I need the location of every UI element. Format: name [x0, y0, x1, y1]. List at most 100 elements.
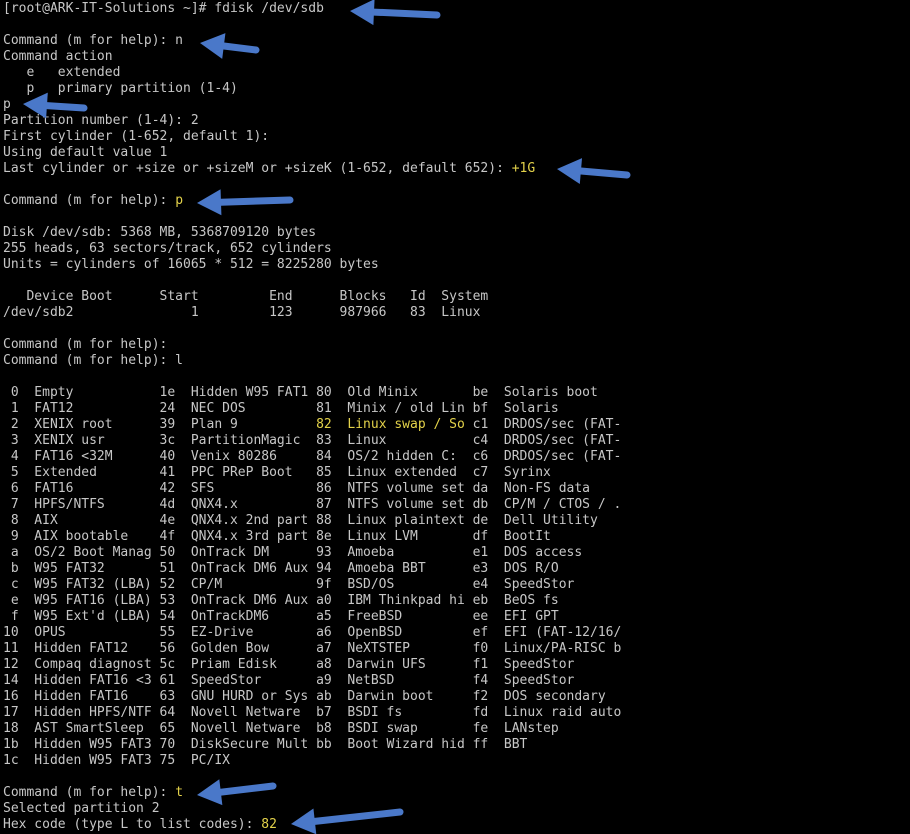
line-text: 10 OPUS 55 EZ-Drive a6 OpenBSD ef EFI (F… — [3, 625, 622, 640]
terminal-line: 0 Empty 1e Hidden W95 FAT1 80 Old Minix … — [3, 385, 908, 401]
line-text-after: c1 DRDOS/sec (FAT- — [464, 417, 622, 432]
line-text: b W95 FAT32 51 OnTrack DM6 Aux 94 Amoeba… — [3, 561, 559, 576]
terminal-line: 8 AIX 4e QNX4.x 2nd part 88 Linux plaint… — [3, 513, 908, 529]
line-text: Using default value 1 — [3, 145, 168, 160]
line-text: [root@ARK-IT-Solutions ~]# fdisk /dev/sd… — [3, 1, 324, 16]
terminal-line: 16 Hidden FAT16 63 GNU HURD or Sys ab Da… — [3, 689, 908, 705]
terminal-output[interactable]: [root@ARK-IT-Solutions ~]# fdisk /dev/sd… — [3, 1, 908, 833]
line-text: 9 AIX bootable 4f QNX4.x 3rd part 8e Lin… — [3, 529, 551, 544]
line-text: 7 HPFS/NTFS 4d QNX4.x 87 NTFS volume set… — [3, 497, 622, 512]
terminal-line: Disk /dev/sdb: 5368 MB, 5368709120 bytes — [3, 225, 908, 241]
terminal-line: 5 Extended 41 PPC PReP Boot 85 Linux ext… — [3, 465, 908, 481]
terminal-line: 18 AST SmartSleep 65 Novell Netware b8 B… — [3, 721, 908, 737]
terminal-line: Selected partition 2 — [3, 801, 908, 817]
terminal-line: c W95 FAT32 (LBA) 52 CP/M 9f BSD/OS e4 S… — [3, 577, 908, 593]
line-text: 255 heads, 63 sectors/track, 652 cylinde… — [3, 241, 332, 256]
highlighted-input: p — [175, 193, 184, 208]
line-text: Last cylinder or +size or +sizeM or +siz… — [3, 161, 512, 176]
terminal-line: Command (m for help): n — [3, 33, 908, 49]
terminal-line: 1c Hidden W95 FAT3 75 PC/IX — [3, 753, 908, 769]
line-text: 14 Hidden FAT16 <3 61 SpeedStor a9 NetBS… — [3, 673, 575, 688]
line-text: 1 FAT12 24 NEC DOS 81 Minix / old Lin bf… — [3, 401, 559, 416]
line-text: 17 Hidden HPFS/NTF 64 Novell Netware b7 … — [3, 705, 622, 720]
terminal-line: p primary partition (1-4) — [3, 81, 908, 97]
line-text: c W95 FAT32 (LBA) 52 CP/M 9f BSD/OS e4 S… — [3, 577, 575, 592]
terminal-line: f W95 Ext'd (LBA) 54 OnTrackDM6 a5 FreeB… — [3, 609, 908, 625]
line-text: Command (m for help): — [3, 785, 176, 800]
terminal-line: Partition number (1-4): 2 — [3, 113, 908, 129]
terminal-line: 7 HPFS/NTFS 4d QNX4.x 87 NTFS volume set… — [3, 497, 908, 513]
terminal-line: 17 Hidden HPFS/NTF 64 Novell Netware b7 … — [3, 705, 908, 721]
line-text: 12 Compaq diagnost 5c Priam Edisk a8 Dar… — [3, 657, 575, 672]
line-text: Disk /dev/sdb: 5368 MB, 5368709120 bytes — [3, 225, 317, 240]
terminal-line: Device Boot Start End Blocks Id System — [3, 289, 908, 305]
terminal-line: e W95 FAT16 (LBA) 53 OnTrack DM6 Aux a0 … — [3, 593, 908, 609]
terminal-line: a OS/2 Boot Manag 50 OnTrack DM 93 Amoeb… — [3, 545, 908, 561]
highlighted-input: 82 — [261, 817, 277, 832]
terminal-line: First cylinder (1-652, default 1): — [3, 129, 908, 145]
line-text: Command action — [3, 49, 113, 64]
highlighted-input: t — [175, 785, 184, 800]
terminal-line: p — [3, 97, 908, 113]
terminal-line: b W95 FAT32 51 OnTrack DM6 Aux 94 Amoeba… — [3, 561, 908, 577]
line-text: Device Boot Start End Blocks Id System — [3, 289, 489, 304]
line-text: p — [3, 97, 11, 112]
line-text: 11 Hidden FAT12 56 Golden Bow a7 NeXTSTE… — [3, 641, 622, 656]
terminal-line: 12 Compaq diagnost 5c Priam Edisk a8 Dar… — [3, 657, 908, 673]
line-text: 4 FAT16 <32M 40 Venix 80286 84 OS/2 hidd… — [3, 449, 622, 464]
terminal-line: 14 Hidden FAT16 <3 61 SpeedStor a9 NetBS… — [3, 673, 908, 689]
line-text: Selected partition 2 — [3, 801, 160, 816]
line-text: 0 Empty 1e Hidden W95 FAT1 80 Old Minix … — [3, 385, 598, 400]
line-text: p primary partition (1-4) — [3, 81, 238, 96]
terminal-line: 6 FAT16 42 SFS 86 NTFS volume set da Non… — [3, 481, 908, 497]
terminal-line: Command (m for help): — [3, 337, 908, 353]
line-text: 5 Extended 41 PPC PReP Boot 85 Linux ext… — [3, 465, 551, 480]
line-text: First cylinder (1-652, default 1): — [3, 129, 270, 144]
terminal-line: 3 XENIX usr 3c PartitionMagic 83 Linux c… — [3, 433, 908, 449]
terminal-line: Units = cylinders of 16065 * 512 = 82252… — [3, 257, 908, 273]
terminal-line: Last cylinder or +size or +sizeM or +siz… — [3, 161, 908, 177]
terminal-line: 10 OPUS 55 EZ-Drive a6 OpenBSD ef EFI (F… — [3, 625, 908, 641]
terminal-line: Using default value 1 — [3, 145, 908, 161]
terminal-line: 11 Hidden FAT12 56 Golden Bow a7 NeXTSTE… — [3, 641, 908, 657]
highlighted-input: +1G — [511, 161, 536, 176]
line-text: 16 Hidden FAT16 63 GNU HURD or Sys ab Da… — [3, 689, 606, 704]
line-text: 1b Hidden W95 FAT3 70 DiskSecure Mult bb… — [3, 737, 528, 752]
terminal-line: 1 FAT12 24 NEC DOS 81 Minix / old Lin bf… — [3, 401, 908, 417]
line-text: /dev/sdb2 1 123 987966 83 Linux — [3, 305, 481, 320]
terminal-line: 255 heads, 63 sectors/track, 652 cylinde… — [3, 241, 908, 257]
line-text: Command (m for help): l — [3, 353, 184, 368]
terminal-line: Command (m for help): t — [3, 785, 908, 801]
highlighted-input: 82 Linux swap / So — [316, 417, 465, 432]
line-text: 18 AST SmartSleep 65 Novell Netware b8 B… — [3, 721, 559, 736]
line-text: f W95 Ext'd (LBA) 54 OnTrackDM6 a5 FreeB… — [3, 609, 559, 624]
terminal-line: 1b Hidden W95 FAT3 70 DiskSecure Mult bb… — [3, 737, 908, 753]
line-text: Units = cylinders of 16065 * 512 = 82252… — [3, 257, 379, 272]
line-text: Partition number (1-4): 2 — [3, 113, 199, 128]
terminal-line: 9 AIX bootable 4f QNX4.x 3rd part 8e Lin… — [3, 529, 908, 545]
line-text: 2 XENIX root 39 Plan 9 — [3, 417, 317, 432]
terminal-line: Command (m for help): l — [3, 353, 908, 369]
terminal-line: 2 XENIX root 39 Plan 9 82 Linux swap / S… — [3, 417, 908, 433]
line-text: e W95 FAT16 (LBA) 53 OnTrack DM6 Aux a0 … — [3, 593, 559, 608]
line-text: Command (m for help): — [3, 193, 176, 208]
terminal-line: [root@ARK-IT-Solutions ~]# fdisk /dev/sd… — [3, 1, 908, 17]
line-text: Hex code (type L to list codes): — [3, 817, 262, 832]
line-text: e extended — [3, 65, 121, 80]
terminal-line: /dev/sdb2 1 123 987966 83 Linux — [3, 305, 908, 321]
terminal-line: 4 FAT16 <32M 40 Venix 80286 84 OS/2 hidd… — [3, 449, 908, 465]
terminal-line: e extended — [3, 65, 908, 81]
terminal-line: Hex code (type L to list codes): 82 — [3, 817, 908, 833]
line-text: 1c Hidden W95 FAT3 75 PC/IX — [3, 753, 230, 768]
terminal-line: Command (m for help): p — [3, 193, 908, 209]
line-text: Command (m for help): — [3, 337, 168, 352]
line-text: 8 AIX 4e QNX4.x 2nd part 88 Linux plaint… — [3, 513, 598, 528]
line-text: Command (m for help): n — [3, 33, 184, 48]
